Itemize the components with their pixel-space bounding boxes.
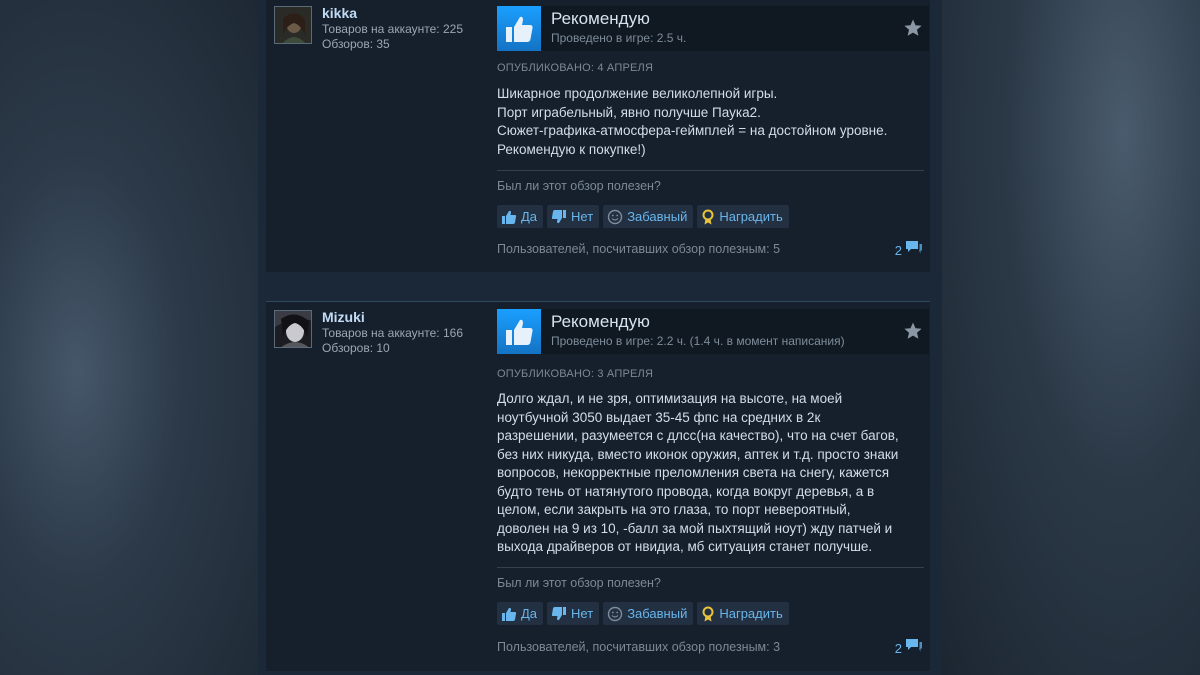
award-label: Наградить (719, 209, 783, 224)
review-text-line: Порт играбельный, явно получше Паука2. (497, 104, 761, 120)
award-button[interactable]: Наградить (697, 205, 789, 228)
thumb-down-small-icon (551, 606, 567, 622)
background-right (942, 0, 1200, 675)
posted-date: ОПУБЛИКОВАНО: 3 АПРЕЛЯ (497, 368, 654, 380)
helpful-count: Пользователей, посчитавших обзор полезны… (497, 242, 781, 256)
yes-label: Да (521, 209, 538, 224)
avatar[interactable] (274, 6, 312, 44)
products-count[interactable]: Товаров на аккаунте: 166 (322, 326, 502, 341)
reviews-count[interactable]: Обзоров: 10 (322, 341, 502, 356)
helpful-question: Был ли этот обзор полезен? (497, 576, 661, 590)
yes-button[interactable]: Да (497, 205, 544, 228)
comments-link[interactable]: 2 (895, 638, 923, 658)
reviews-count[interactable]: Обзоров: 35 (322, 37, 502, 52)
persona: Mizuki Товаров на аккаунте: 166 Обзоров:… (322, 308, 502, 356)
posted-date: ОПУБЛИКОВАНО: 4 АПРЕЛЯ (497, 62, 654, 74)
star-icon[interactable] (903, 18, 923, 38)
review-text-line: будто тень от натянутого провода, когда … (497, 483, 875, 499)
funny-label: Забавный (627, 606, 688, 621)
review-text-line: выхода драйверов от нвидиа, мб ситуация … (497, 539, 873, 554)
hours-played: Проведено в игре: 2.5 ч. (551, 31, 687, 45)
comments-link[interactable]: 2 (895, 240, 923, 260)
comments-count: 2 (894, 242, 902, 258)
award-button[interactable]: Наградить (697, 602, 789, 625)
comment-bubble-icon (905, 638, 923, 658)
comments-count: 2 (894, 640, 902, 656)
funny-button[interactable]: Забавный (603, 602, 694, 625)
review-text-line: Долго ждал, и не зря, оптимизация на выс… (497, 391, 843, 406)
divider (497, 170, 924, 171)
review-verdict: Рекомендую (551, 9, 650, 28)
background-left (0, 0, 258, 675)
vote-header[interactable]: Рекомендую Проведено в игре: 2.5 ч. (497, 6, 929, 51)
persona: kikka Товаров на аккаунте: 225 Обзоров: … (322, 4, 502, 52)
thumbs-up-icon (497, 6, 541, 51)
vote-header[interactable]: Рекомендую Проведено в игре: 2.2 ч. (1.4… (497, 309, 929, 354)
thumb-down-small-icon (551, 209, 567, 225)
review-text-line: Рекомендую к покупке!) (497, 141, 646, 157)
thumb-up-small-icon (501, 606, 517, 622)
award-label: Наградить (719, 606, 783, 621)
smiley-icon (607, 209, 623, 225)
divider (497, 567, 924, 568)
comment-bubble-icon (905, 240, 923, 260)
review-text-line: разрешении, разумеется с длсс(на качеств… (497, 428, 899, 443)
no-label: Нет (571, 209, 594, 224)
award-icon (701, 606, 715, 622)
thumbs-up-icon (497, 309, 541, 354)
review-text-line: целом, если закрыть на это глаза, то пор… (497, 502, 851, 517)
review-card: Mizuki Товаров на аккаунте: 166 Обзоров:… (266, 301, 930, 671)
review-text-line: вопросов, некорректные преломления света… (497, 465, 890, 480)
award-icon (701, 209, 715, 225)
rating-buttons: Да Нет Забавный Наградить (497, 205, 789, 228)
no-button[interactable]: Нет (547, 602, 600, 625)
no-label: Нет (571, 606, 594, 621)
yes-label: Да (521, 606, 538, 621)
review-text-line: доволен на 9 из 10, -балл за мой пыхтящи… (497, 520, 893, 536)
hours-played: Проведено в игре: 2.2 ч. (1.4 ч. в момен… (551, 334, 845, 348)
review-text: Долго ждал, и не зря, оптимизация на выс… (497, 390, 922, 557)
review-text-line: без них никуда, вместо иконок оружия, ап… (497, 446, 899, 462)
review-card: kikka Товаров на аккаунте: 225 Обзоров: … (266, 0, 930, 272)
products-count[interactable]: Товаров на аккаунте: 225 (322, 22, 502, 37)
thumb-up-small-icon (501, 209, 517, 225)
rating-buttons: Да Нет Забавный Наградить (497, 602, 789, 625)
funny-label: Забавный (627, 209, 688, 224)
author-name[interactable]: Mizuki (322, 308, 502, 326)
review-text-line: ноутбучной 3050 выдает 35-45 фпс на сред… (497, 409, 821, 425)
review-text: Шикарное продолжение великолепной игры. … (497, 85, 922, 159)
funny-button[interactable]: Забавный (603, 205, 694, 228)
smiley-icon (607, 606, 623, 622)
avatar[interactable] (274, 310, 312, 348)
review-text-line: Сюжет-графика-атмосфера-геймплей = на до… (497, 123, 888, 138)
review-text-line: Шикарное продолжение великолепной игры. (497, 86, 778, 101)
helpful-question: Был ли этот обзор полезен? (497, 179, 661, 193)
author-name[interactable]: kikka (322, 4, 502, 22)
helpful-count: Пользователей, посчитавших обзор полезны… (497, 640, 781, 654)
no-button[interactable]: Нет (547, 205, 600, 228)
review-verdict: Рекомендую (551, 312, 650, 331)
star-icon[interactable] (903, 321, 923, 341)
yes-button[interactable]: Да (497, 602, 544, 625)
